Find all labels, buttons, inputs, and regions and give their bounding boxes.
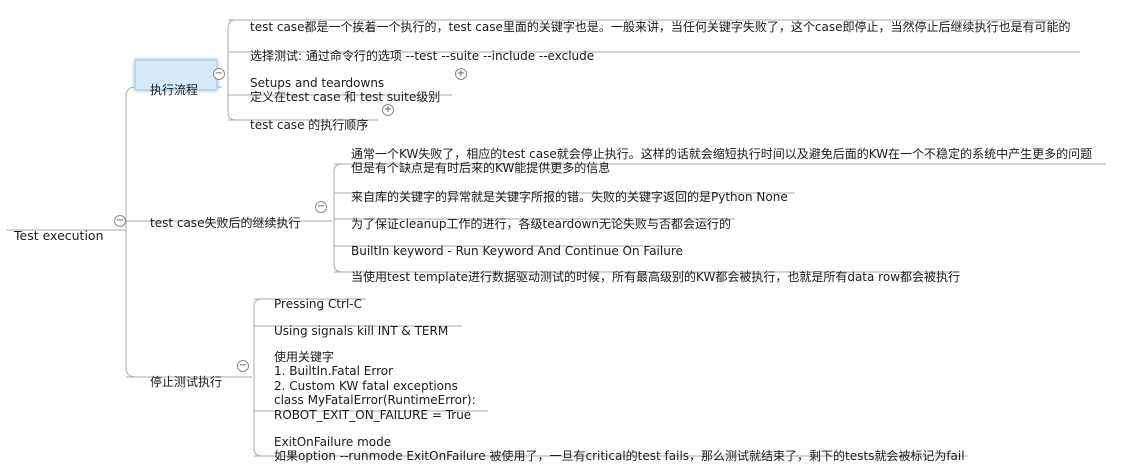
- exec-child-3-expand-icon[interactable]: +: [455, 68, 467, 80]
- root-topic-label: Test execution: [14, 227, 104, 243]
- branch-stop-collapse-icon[interactable]: −: [237, 360, 249, 372]
- exec-child-4[interactable]: test case 的执行顺序: [250, 103, 368, 132]
- exec-child-4-text: test case 的执行顺序: [250, 117, 369, 132]
- branch-fail-collapse-icon[interactable]: −: [315, 201, 327, 213]
- stop-child-2[interactable]: Using signals kill INT & TERM: [274, 309, 448, 338]
- fail-child-4[interactable]: BuiltIn keyword - Run Keyword And Contin…: [351, 229, 683, 258]
- stop-child-3[interactable]: 使用关键字 1. BuiltIn.Fatal Error 2. Custom K…: [274, 335, 476, 422]
- branch-exec-collapse-icon[interactable]: −: [213, 68, 225, 80]
- stop-child-1[interactable]: Pressing Ctrl-C: [274, 282, 362, 311]
- root-collapse-icon[interactable]: −: [114, 215, 126, 227]
- fail-child-1-text: 通常一个KW失败了，相应的test case就会停止执行。这样的话就会缩短执行时…: [351, 146, 1093, 176]
- branch-stop-label: 停止测试执行: [150, 374, 223, 389]
- connector-fail-spine: [333, 163, 346, 207]
- exec-child-3[interactable]: Setups and teardowns 定义在test case 和 test…: [250, 61, 440, 105]
- connector-stop-spine: [253, 298, 266, 367]
- fail-child-2[interactable]: 来自库的关键字的异常就是关键字所报的错。失败的关键字返回的是Python Non…: [351, 175, 788, 204]
- connector-exec-spine: [227, 19, 240, 87]
- stop-child-3-text: 使用关键字 1. BuiltIn.Fatal Error 2. Custom K…: [274, 349, 476, 422]
- branch-fail-label: test case失败后的继续执行: [150, 215, 301, 230]
- fail-child-3[interactable]: 为了保证cleanup工作的进行，各级teardown无论失败与否都会运行的: [351, 202, 731, 231]
- exec-child-1[interactable]: test case都是一个挨着一个执行的，test case里面的关键字也是。一…: [250, 5, 1070, 34]
- fail-child-1[interactable]: 通常一个KW失败了，相应的test case就会停止执行。这样的话就会缩短执行时…: [351, 132, 1092, 176]
- branch-exec-label: 执行流程: [150, 82, 199, 97]
- connector-root-stop: [125, 221, 252, 378]
- connector-stop-spine-down: [253, 367, 266, 457]
- branch-exec[interactable]: 执行流程: [150, 68, 198, 97]
- connector-fail-spine-down: [333, 207, 346, 273]
- stop-child-4[interactable]: ExitOnFailure mode 如果option --runmode Ex…: [274, 420, 965, 464]
- exec-child-3-text: Setups and teardowns 定义在test case 和 test…: [250, 75, 441, 105]
- exec-child-2[interactable]: 选择测试: 通过命令行的选项 --test --suite --include …: [250, 34, 594, 63]
- fail-child-5-text: 当使用test template进行数据驱动测试的时候，所有最高级别的KW都会被…: [351, 269, 961, 284]
- fail-child-5[interactable]: 当使用test template进行数据驱动测试的时候，所有最高级别的KW都会被…: [351, 255, 960, 284]
- exec-child-1-text: test case都是一个挨着一个执行的，test case里面的关键字也是。一…: [250, 19, 1071, 34]
- connector-exec-spine-down: [227, 87, 240, 121]
- branch-fail[interactable]: test case失败后的继续执行: [150, 201, 300, 230]
- exec-child-4-expand-icon[interactable]: +: [382, 104, 394, 116]
- branch-stop[interactable]: 停止测试执行: [150, 360, 222, 389]
- root-topic[interactable]: Test execution: [14, 214, 104, 243]
